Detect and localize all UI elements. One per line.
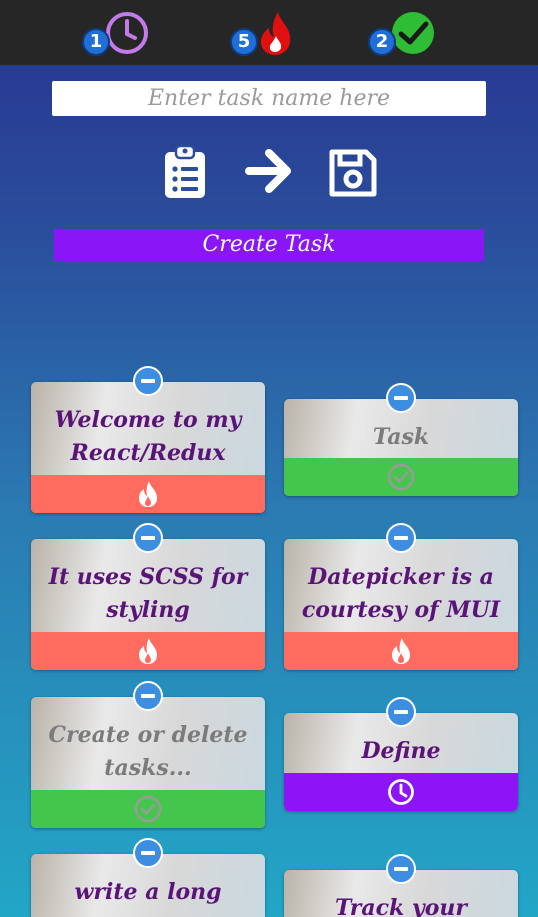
checkmark-icon bbox=[392, 12, 434, 54]
delete-task-button[interactable] bbox=[386, 697, 416, 727]
floppy-disk-icon[interactable] bbox=[328, 148, 378, 198]
clock-icon bbox=[388, 779, 414, 805]
task-status-bar[interactable] bbox=[284, 632, 518, 670]
task-card: write a long bbox=[31, 838, 265, 917]
delete-task-button[interactable] bbox=[386, 523, 416, 553]
check-circle-icon bbox=[134, 795, 162, 823]
delete-task-button[interactable] bbox=[386, 383, 416, 413]
task-card: It uses SCSS for styling bbox=[31, 523, 265, 670]
task-card: Welcome to my React/Redux based bbox=[31, 366, 265, 513]
create-task-button[interactable]: Create Task bbox=[54, 229, 484, 261]
urgent-count: 5 bbox=[230, 28, 258, 56]
task-status-bar[interactable] bbox=[31, 632, 265, 670]
delete-task-button[interactable] bbox=[386, 854, 416, 884]
fire-icon bbox=[392, 638, 410, 664]
arrow-right-icon bbox=[245, 149, 291, 193]
task-status-bar[interactable] bbox=[284, 458, 518, 496]
delete-task-button[interactable] bbox=[133, 523, 163, 553]
task-card: Datepicker is a courtesy of MUI bbox=[284, 523, 518, 670]
task-status-bar[interactable] bbox=[31, 475, 265, 513]
pending-count: 1 bbox=[82, 28, 110, 56]
clock-icon bbox=[106, 12, 148, 54]
stats-bar: 1 5 2 bbox=[0, 0, 538, 65]
fire-icon bbox=[139, 638, 157, 664]
task-card: Create or delete tasks... bbox=[31, 681, 265, 828]
task-name-input[interactable] bbox=[52, 81, 486, 116]
delete-task-button[interactable] bbox=[133, 838, 163, 868]
task-status-bar[interactable] bbox=[284, 773, 518, 811]
task-card: Track your progress :) bbox=[284, 854, 518, 917]
completed-count: 2 bbox=[368, 28, 396, 56]
task-card: Task management app bbox=[284, 383, 518, 496]
task-status-bar[interactable] bbox=[31, 790, 265, 828]
fire-icon bbox=[260, 12, 291, 55]
clipboard-list-icon[interactable] bbox=[163, 144, 207, 200]
fire-icon bbox=[139, 481, 157, 507]
task-card: Define deadlines... bbox=[284, 697, 518, 811]
check-circle-icon bbox=[387, 463, 415, 491]
delete-task-button[interactable] bbox=[133, 681, 163, 711]
delete-task-button[interactable] bbox=[133, 366, 163, 396]
form-icons bbox=[0, 140, 538, 205]
